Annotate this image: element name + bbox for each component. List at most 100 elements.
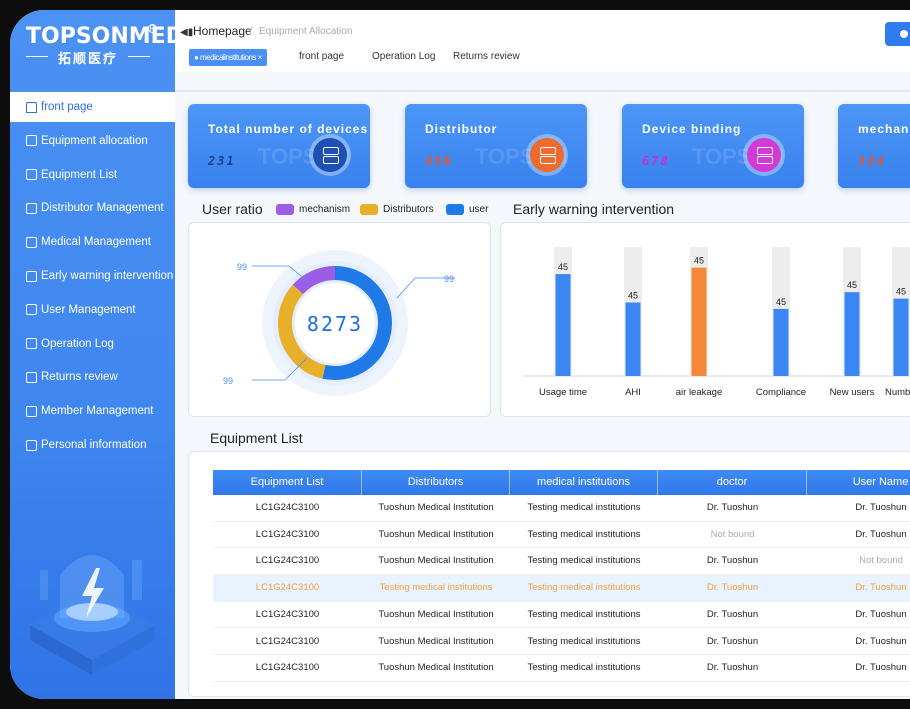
table-cell: Testing medical institutions [527, 635, 641, 647]
x-tick-label: Usage time [539, 387, 587, 398]
x-tick-label: Numb [885, 387, 910, 398]
stat-card[interactable]: TOPSON Device binding 678 [622, 104, 804, 188]
callout-label: 99 [444, 274, 454, 284]
sidebar-item-medical-management[interactable]: Medical Management [10, 227, 175, 257]
table-cell: Tuoshun Medical Institution [378, 608, 494, 620]
table-cell: Dr. Tuoshun [706, 662, 759, 674]
list-icon [26, 169, 37, 181]
x-tick-label: New users [830, 387, 875, 398]
table-cell: Testing medical institutions [527, 608, 641, 620]
sidebar-item-operation-log[interactable]: Operation Log [10, 329, 175, 359]
table-row[interactable]: LC1G24C3100 Testing medical institutions T… [213, 575, 910, 602]
column-header[interactable]: doctor [658, 470, 807, 495]
sidebar-item-early-warning-intervention[interactable]: Early warning intervention [10, 261, 175, 291]
legend-distributors: Distributors [360, 204, 434, 215]
stat-card[interactable]: mechan 334 [838, 104, 910, 188]
callout-label: 99 [237, 262, 247, 272]
table-cell: LC1G24C3100 [255, 608, 320, 620]
card-value: 456 [425, 154, 453, 168]
bar[interactable] [555, 274, 571, 376]
bar-value-label: 45 [776, 297, 786, 307]
table-cell: Dr. Tuoshun [855, 582, 907, 594]
collapse-menu-icon[interactable]: ◀▮ [180, 27, 193, 38]
stat-card[interactable]: TOPSON Total number of devices 231 [188, 104, 370, 188]
sidebar-item-label: Personal information [41, 439, 147, 451]
table-cell: LC1G24C3100 [255, 662, 320, 674]
sidebar-item-label: Equipment allocation [41, 134, 148, 147]
legend-label: Distributors [383, 204, 434, 215]
sidebar-item-personal-information[interactable]: Personal information [10, 430, 175, 460]
table-cell: Tuoshun Medical Institution [378, 555, 494, 567]
tab-returns-review[interactable]: Returns review [453, 51, 520, 62]
sidebar-item-equipment-list[interactable]: Equipment List [10, 160, 175, 190]
column-header[interactable]: Distributors [362, 470, 510, 495]
x-tick-label: AHI [625, 387, 641, 398]
sidebar-item-label: Operation Log [41, 337, 114, 350]
table-row[interactable]: LC1G24C3100 Tuoshun Medical Institution Te… [213, 602, 910, 629]
table-cell: Testing medical institutions [527, 582, 641, 594]
bar[interactable] [691, 267, 707, 376]
server-icon [313, 138, 347, 172]
table-cell: Not bound [859, 555, 903, 567]
table-row[interactable]: LC1G24C3100 Tuoshun Medical Institution Te… [213, 522, 910, 549]
sidebar-item-label: Early warning intervention [41, 270, 174, 282]
legend-swatch [276, 204, 294, 215]
column-header[interactable]: medical institutions [510, 470, 658, 495]
bar-value-label: 45 [847, 280, 857, 290]
table-cell: Testing medical institutions [379, 582, 493, 594]
table-cell: Dr. Tuoshun [706, 582, 759, 594]
return-icon [26, 371, 37, 383]
callout-label: 99 [223, 376, 233, 386]
sidebar-item-label: front page [41, 101, 93, 113]
bar-value-label: 45 [558, 262, 568, 272]
sidebar-item-label: Distributor Management [41, 202, 164, 215]
table-cell: Dr. Tuoshun [706, 608, 759, 620]
table-row[interactable]: LC1G24C3100 Tuoshun Medical Institution Te… [213, 655, 910, 682]
breadcrumb-current: Equipment Allocation [259, 26, 353, 37]
donut-chart: 8273 99 99 99 [223, 250, 455, 396]
bar[interactable] [844, 292, 860, 376]
column-header[interactable]: Equipment List [213, 470, 362, 495]
table-row[interactable]: LC1G24C3100 Tuoshun Medical Institution Te… [213, 548, 910, 576]
logo-brand: TOPSONMED [26, 24, 184, 49]
breadcrumb-home[interactable]: Homepage [193, 24, 252, 38]
table-cell: Not bound [710, 528, 755, 540]
bar[interactable] [893, 298, 909, 376]
table-row[interactable]: LC1G24C3100 Tuoshun Medical Institution Te… [213, 629, 910, 656]
sidebar-item-label: Returns review [41, 371, 118, 384]
table-cell: LC1G24C3100 [255, 502, 320, 513]
sidebar-item-user-management[interactable]: User Management [10, 295, 175, 325]
table-cell: Dr. Tuoshun [706, 555, 759, 567]
table-cell: Dr. Tuoshun [855, 608, 907, 620]
table-cell: Dr. Tuoshun [855, 528, 907, 540]
donut-center-value: 8273 [307, 312, 363, 336]
early-warning-panel: 45 Usage time 45 AHI 45 air leakage 45 Complian… [500, 222, 910, 417]
sidebar-item-label: User Management [41, 303, 136, 316]
sidebar-item-front-page[interactable]: front page [10, 92, 175, 122]
bar[interactable] [773, 308, 789, 376]
card-title: Device binding [642, 122, 742, 136]
x-tick-label: Compliance [756, 387, 806, 398]
id-card-icon [26, 439, 37, 451]
bar[interactable] [625, 302, 641, 376]
table-cell: Tuoshun Medical Institution [378, 502, 494, 513]
illustration-icon [30, 555, 155, 675]
early-warning-title: Early warning intervention [513, 201, 675, 217]
sidebar-item-equipment-allocation[interactable]: Equipment allocation [10, 126, 175, 156]
table-cell: Testing medical institutions [527, 555, 641, 567]
table-row[interactable]: LC1G24C3100 Tuoshun Medical Institution Te… [213, 495, 910, 522]
column-header[interactable]: User Name [807, 470, 910, 495]
table-cell: Dr. Tuoshun [855, 635, 907, 647]
tab-medical-institutions[interactable]: ● medicalinstitutions × [189, 49, 267, 66]
stat-card[interactable]: TOPSON Distributor 456 [405, 104, 587, 188]
legend-mechanism: mechanism [276, 204, 350, 215]
sidebar-item-returns-review[interactable]: Returns review [10, 362, 175, 392]
tab-operation-log[interactable]: Operation Log [372, 51, 435, 62]
legend-swatch [360, 204, 378, 215]
add-button[interactable] [885, 22, 910, 46]
sidebar-item-distributor-management[interactable]: Distributor Management [10, 193, 175, 223]
tab-front-page[interactable]: front page [299, 51, 344, 62]
bell-icon [26, 270, 37, 282]
sidebar-item-member-management[interactable]: Member Management [10, 396, 175, 426]
server-icon [530, 138, 564, 172]
